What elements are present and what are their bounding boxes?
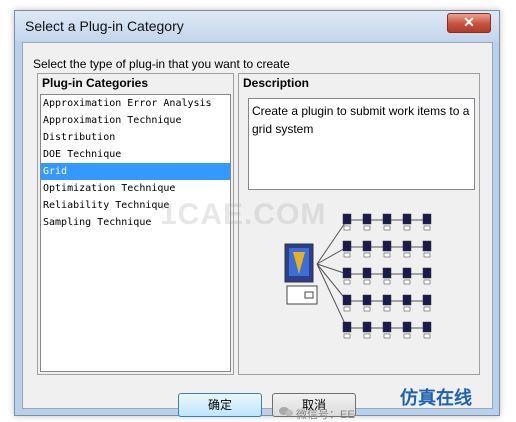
grid-node-base: [383, 306, 391, 312]
site-brand: 仿真在线: [400, 388, 472, 408]
grid-node-base: [363, 225, 371, 231]
grid-node: [342, 213, 352, 225]
grid-node: [422, 267, 432, 279]
grid-node: [422, 213, 432, 225]
grid-node-base: [403, 279, 411, 285]
grid-node: [382, 240, 392, 252]
grid-node: [362, 267, 372, 279]
description-text: Create a plugin to submit work items to …: [252, 104, 470, 136]
grid-node: [402, 213, 412, 225]
computer-icon: [284, 243, 318, 305]
grid-node: [402, 321, 412, 333]
grid-nodes: [316, 213, 432, 339]
grid-node: [382, 294, 392, 306]
grid-node-base: [363, 252, 371, 258]
grid-node-base: [403, 252, 411, 258]
grid-node-base: [383, 225, 391, 231]
category-item[interactable]: Grid: [41, 163, 230, 180]
grid-node: [422, 294, 432, 306]
categories-list[interactable]: Approximation Error Analysis Approximatio…: [40, 94, 231, 372]
grid-node: [342, 321, 352, 333]
grid-node: [362, 240, 372, 252]
grid-node: [422, 321, 432, 333]
grid-node-base: [403, 306, 411, 312]
watermark: 1CAE.COM: [160, 198, 327, 231]
grid-node: [382, 267, 392, 279]
category-item[interactable]: Approximation Technique: [41, 112, 230, 129]
grid-node: [362, 213, 372, 225]
grid-node-base: [383, 252, 391, 258]
grid-node: [342, 294, 352, 306]
category-item[interactable]: Distribution: [41, 129, 230, 146]
grid-node-base: [343, 252, 351, 258]
grid-node-base: [363, 333, 371, 339]
category-item[interactable]: DOE Technique: [41, 146, 230, 163]
grid-node-base: [343, 279, 351, 285]
grid-node: [362, 321, 372, 333]
grid-node-base: [403, 225, 411, 231]
grid-node: [382, 213, 392, 225]
categories-heading: Plug-in Categories: [42, 76, 149, 90]
grid-node-base: [423, 306, 431, 312]
grid-node-base: [423, 279, 431, 285]
ok-button[interactable]: 确定: [178, 393, 262, 417]
grid-node-base: [383, 279, 391, 285]
grid-node-base: [423, 333, 431, 339]
category-item[interactable]: Optimization Technique: [41, 180, 230, 197]
description-box: Create a plugin to submit work items to …: [248, 98, 475, 190]
grid-node: [342, 240, 352, 252]
grid-node-base: [343, 306, 351, 312]
grid-node: [422, 240, 432, 252]
grid-node-base: [343, 333, 351, 339]
grid-node-base: [383, 333, 391, 339]
grid-link: [316, 246, 348, 265]
title-bar[interactable]: Select a Plug-in Category ✕: [15, 11, 499, 41]
dialog-title: Select a Plug-in Category: [25, 18, 184, 34]
grid-node-base: [363, 279, 371, 285]
grid-node-base: [423, 252, 431, 258]
grid-node: [402, 240, 412, 252]
close-button[interactable]: ✕: [447, 13, 491, 33]
grid-node: [342, 267, 352, 279]
description-heading: Description: [243, 76, 310, 90]
wechat-id-text: 微信号：EE: [296, 409, 355, 421]
grid-node-base: [343, 225, 351, 231]
wechat-icon: [279, 407, 293, 417]
instruction-text: Select the type of plug-in that you want…: [33, 57, 290, 71]
grid-node: [382, 321, 392, 333]
grid-node: [362, 294, 372, 306]
grid-node: [402, 294, 412, 306]
grid-node-base: [423, 225, 431, 231]
grid-node-base: [403, 333, 411, 339]
grid-node-base: [363, 306, 371, 312]
grid-node: [402, 267, 412, 279]
category-item[interactable]: Approximation Error Analysis: [41, 95, 230, 112]
